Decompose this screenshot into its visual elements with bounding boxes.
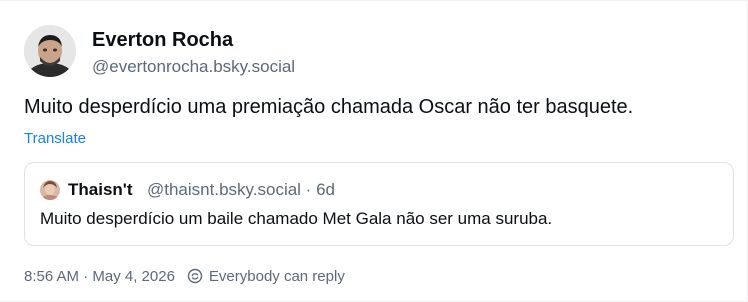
quote-author-handle: @thaisnt.bsky.social [147, 180, 301, 199]
quoted-post[interactable]: Thaisn't @thaisnt.bsky.social · 6d Muito… [24, 162, 734, 246]
reply-setting-label[interactable]: Everybody can reply [209, 268, 345, 285]
quote-author-avatar [40, 180, 60, 200]
post-footer: 8:56 AM · May 4, 2026 Everybody can repl… [24, 266, 345, 286]
quote-author-name: Thaisn't [68, 180, 133, 199]
post-card: Everton Rocha @evertonrocha.bsky.social … [0, 0, 748, 302]
author-avatar[interactable] [24, 25, 76, 77]
quote-age: 6d [316, 180, 335, 199]
post-timestamp: 8:56 AM · May 4, 2026 [24, 267, 175, 285]
quote-text: Muito desperdício um baile chamado Met G… [40, 209, 553, 228]
quote-author-meta: @thaisnt.bsky.social · 6d [147, 180, 335, 199]
post-text: Muito desperdício uma premiação chamada … [24, 96, 634, 118]
author-handle[interactable]: @evertonrocha.bsky.social [92, 57, 295, 77]
translate-link[interactable]: Translate [24, 130, 86, 147]
reply-settings-icon [187, 268, 203, 284]
author-display-name[interactable]: Everton Rocha [92, 29, 233, 52]
